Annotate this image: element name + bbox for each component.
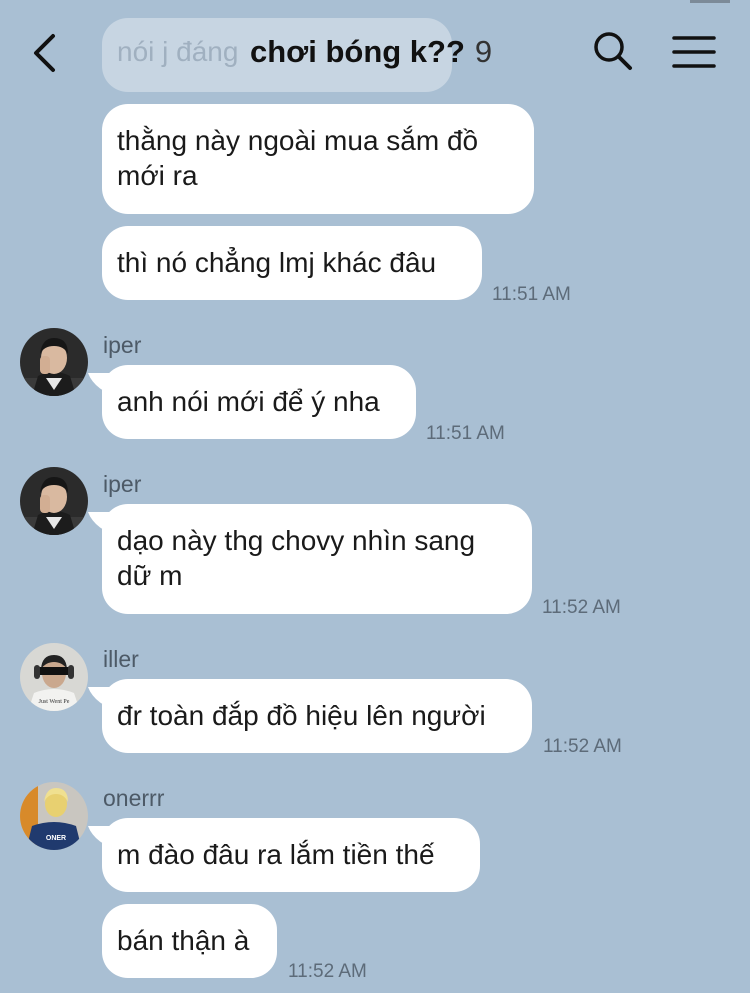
menu-button[interactable] bbox=[672, 34, 716, 70]
message-time: 11:51 AM bbox=[492, 284, 571, 305]
message-line: thằng này ngoài mua sắm đồ bbox=[117, 125, 479, 156]
chat-screen: nói j đáng chơi bóng k?? 9 thằng này ngoà bbox=[0, 0, 750, 993]
message-time: 11:52 AM bbox=[543, 736, 622, 757]
chat-header: nói j đáng chơi bóng k?? 9 bbox=[0, 0, 750, 104]
message-bubble[interactable]: dạo này thg chovy nhìn sang dữ m bbox=[102, 504, 532, 614]
message-time: 11:51 AM bbox=[426, 423, 505, 444]
message-line: mới ra bbox=[117, 160, 198, 191]
search-button[interactable] bbox=[592, 30, 634, 72]
back-button[interactable] bbox=[26, 30, 66, 76]
message-time: 11:52 AM bbox=[288, 961, 367, 982]
message-time: 11:52 AM bbox=[542, 597, 621, 618]
status-sliver bbox=[690, 0, 730, 3]
scrolled-bubble-text: nói j đáng bbox=[117, 36, 239, 67]
avatar-iper[interactable] bbox=[20, 328, 88, 396]
hamburger-menu-icon bbox=[672, 36, 716, 68]
message-line: m đào đâu ra lắm tiền thế bbox=[117, 839, 435, 870]
avatar-jacket-text: ONER bbox=[46, 835, 66, 842]
message-line: bán thận à bbox=[117, 925, 250, 956]
message-bubble[interactable]: thằng này ngoài mua sắm đồ mới ra bbox=[102, 104, 534, 214]
message-line: đr toàn đắp đồ hiệu lên người bbox=[117, 700, 486, 731]
chat-title[interactable]: chơi bóng k?? 9 bbox=[250, 34, 492, 70]
message-bubble[interactable]: anh nói mới để ý nha bbox=[102, 365, 416, 439]
member-count: 9 bbox=[474, 34, 493, 69]
message-line: thì nó chẳng lmj khác đâu bbox=[117, 247, 437, 278]
sender-name: onerrr bbox=[103, 785, 165, 811]
message-bubble[interactable]: bán thận à bbox=[102, 904, 277, 978]
message-bubble[interactable]: m đào đâu ra lắm tiền thế bbox=[102, 818, 480, 892]
message-bubble[interactable]: đr toàn đắp đồ hiệu lên người bbox=[102, 679, 532, 753]
message-line: dữ m bbox=[117, 560, 183, 591]
message-line: dạo này thg chovy nhìn sang bbox=[117, 525, 476, 556]
sender-name: iper bbox=[103, 332, 142, 358]
avatar-shirt-text: Just Went Pe bbox=[39, 699, 70, 705]
avatar-iller[interactable]: Just Went Pe bbox=[20, 643, 88, 711]
search-icon bbox=[594, 32, 632, 70]
avatar-iper[interactable] bbox=[20, 467, 88, 535]
chat-title-text: chơi bóng k?? bbox=[250, 34, 465, 69]
sender-name: iller bbox=[103, 646, 139, 672]
chevron-left-icon bbox=[34, 34, 55, 72]
message-line: anh nói mới để ý nha bbox=[117, 386, 380, 417]
message-bubble[interactable]: thì nó chẳng lmj khác đâu bbox=[102, 226, 482, 300]
avatar-onerrr[interactable]: ONER bbox=[20, 782, 88, 850]
sender-name: iper bbox=[103, 471, 142, 497]
